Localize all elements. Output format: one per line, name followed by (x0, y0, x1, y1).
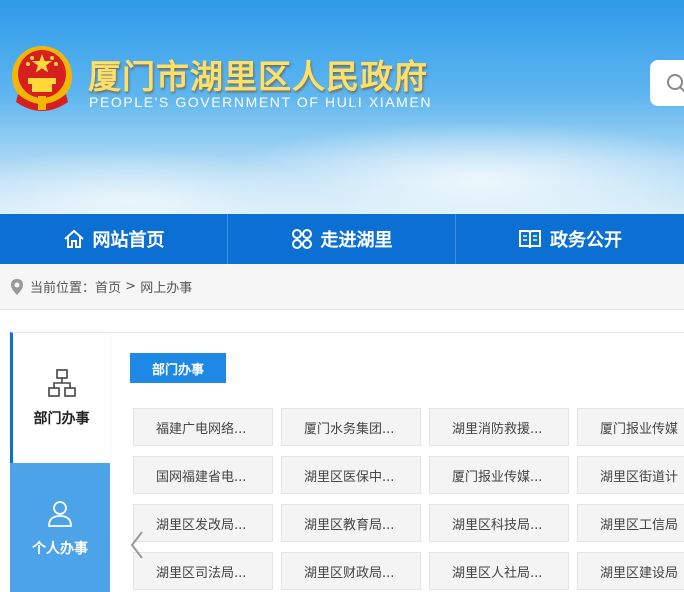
department-item[interactable]: 湖里区建设局 (577, 552, 684, 590)
open-book-icon (519, 230, 541, 249)
national-emblem-icon (12, 46, 72, 111)
department-item[interactable]: 厦门报业传媒 (577, 408, 684, 446)
tab-label: 部门办事 (33, 411, 90, 427)
department-item[interactable]: 国网福建省电... (133, 456, 273, 494)
department-item[interactable]: 湖里区发改局... (133, 504, 273, 542)
person-icon (48, 500, 72, 527)
main-nav: 网站首页 走进湖里 政务公开 (0, 214, 684, 264)
section-title: 部门办事 (130, 353, 226, 383)
site-title: 厦门市湖里区人民政府 (88, 57, 428, 96)
department-item[interactable]: 湖里区人社局... (429, 552, 569, 590)
department-item[interactable]: 湖里区教育局... (281, 504, 421, 542)
tab-personal-services[interactable]: 个人办事 (10, 463, 110, 592)
department-item[interactable]: 湖里区司法局... (133, 552, 273, 590)
nav-item-about[interactable]: 走进湖里 (228, 214, 456, 264)
department-item[interactable]: 湖里消防救援... (429, 408, 569, 446)
breadcrumb-separator: > (125, 279, 137, 294)
org-chart-icon (47, 369, 76, 397)
chevron-left-icon[interactable] (126, 528, 148, 562)
department-item[interactable]: 湖里区财政局... (281, 552, 421, 590)
department-item[interactable]: 福建广电网络... (133, 408, 273, 446)
search-box[interactable] (650, 60, 684, 106)
department-item[interactable]: 湖里区科技局... (429, 504, 569, 542)
breadcrumb-current: 网上办事 (140, 281, 193, 296)
site-subtitle: PEOPLE'S GOVERNMENT OF HULI XIAMEN (89, 94, 433, 110)
department-item[interactable]: 厦门水务集团... (281, 408, 421, 446)
nav-item-home[interactable]: 网站首页 (0, 214, 228, 264)
department-item[interactable]: 湖里区工信局 (577, 504, 684, 542)
header-banner: 厦门市湖里区人民政府 PEOPLE'S GOVERNMENT OF HULI X… (0, 0, 684, 214)
location-pin-icon (11, 278, 23, 295)
breadcrumb: 当前位置： 首页 > 网上办事 (0, 264, 684, 310)
service-tabs: 部门办事 个人办事 (10, 332, 110, 592)
nav-item-label: 走进湖里 (320, 230, 393, 251)
department-item[interactable]: 厦门报业传媒... (429, 456, 569, 494)
breadcrumb-home[interactable]: 首页 (95, 277, 121, 296)
clover-grid-icon (291, 229, 312, 249)
home-icon (63, 229, 84, 248)
nav-item-gov-affairs[interactable]: 政务公开 (456, 214, 684, 264)
breadcrumb-prefix: 当前位置： (30, 281, 96, 296)
nav-item-label: 网站首页 (92, 230, 165, 251)
department-item[interactable]: 湖里区医保中... (281, 456, 421, 494)
nav-item-label: 政务公开 (550, 230, 622, 251)
cloud-decoration (0, 150, 340, 214)
tab-label: 个人办事 (32, 540, 88, 557)
tab-department-services[interactable]: 部门办事 (10, 332, 110, 463)
search-icon[interactable] (666, 73, 684, 95)
department-item[interactable]: 湖里区街道计 (577, 456, 684, 494)
